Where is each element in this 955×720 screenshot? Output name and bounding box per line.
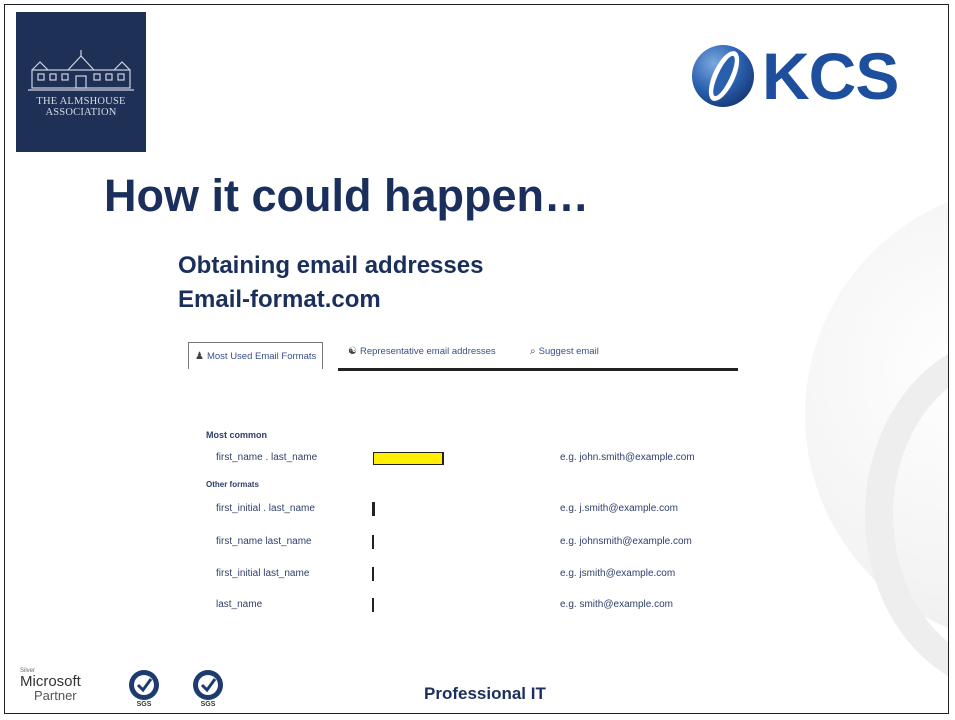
slide-subtitle-line1: Obtaining email addresses: [178, 252, 484, 279]
sgs-check-icon: [193, 670, 223, 700]
section-most-common: Most common: [206, 430, 268, 440]
format-name: first_name last_name: [216, 536, 312, 547]
tab-representative-addresses[interactable]: ☯ Representative email addresses: [348, 346, 496, 357]
slide-title: How it could happen…: [104, 170, 589, 221]
ms-partner-line1: Microsoft: [20, 673, 81, 690]
format-example: e.g. smith@example.com: [560, 599, 673, 610]
format-name: first_initial . last_name: [216, 503, 315, 514]
search-icon: ⌕: [530, 346, 536, 357]
section-other-formats: Other formats: [206, 480, 259, 489]
sgs-check-icon: [129, 670, 159, 700]
format-usage-bar: [372, 502, 375, 516]
sgs-certification-badge: SGS: [126, 668, 162, 710]
microsoft-partner-logo: Silver Microsoft Partner: [20, 668, 81, 702]
format-usage-bar: [372, 598, 374, 612]
kcs-globe-icon: [692, 45, 754, 107]
email-format-tabs: ♟ Most Used Email Formats ☯ Representati…: [188, 342, 738, 372]
format-name: first_initial last_name: [216, 568, 310, 579]
format-example: e.g. john.smith@example.com: [560, 452, 695, 463]
almshouse-name-line2: ASSOCIATION: [45, 107, 117, 118]
tab-suggest-email[interactable]: ⌕ Suggest email: [530, 346, 599, 357]
kcs-logo: KCS: [690, 36, 930, 116]
tab-label: Most Used Email Formats: [206, 350, 317, 362]
tab-label: Representative email addresses: [359, 346, 496, 357]
format-highlight-bar: [373, 452, 444, 465]
format-example: e.g. j.smith@example.com: [560, 503, 678, 514]
format-usage-bar: [372, 535, 374, 549]
format-usage-bar: [372, 567, 374, 581]
format-example: e.g. jsmith@example.com: [560, 568, 676, 579]
person-icon: ♟: [195, 350, 204, 362]
sgs-certification-badge: SGS: [190, 668, 226, 710]
building-icon: [28, 50, 134, 91]
format-name: last_name: [216, 599, 263, 610]
tab-label: Suggest email: [538, 346, 599, 357]
almshouse-association-logo: THE ALMSHOUSE ASSOCIATION: [16, 12, 146, 152]
sgs-label: SGS: [200, 701, 216, 708]
tab-underline: [338, 368, 738, 371]
almshouse-name-line1: THE ALMSHOUSE: [36, 96, 126, 107]
ms-partner-line2: Partner: [34, 688, 77, 703]
kcs-wordmark: KCS: [762, 39, 899, 113]
slide-subtitle-line2: Email-format.com: [178, 286, 381, 313]
format-name: first_name . last_name: [216, 452, 318, 463]
format-example: e.g. johnsmith@example.com: [560, 536, 692, 547]
tab-most-used-formats[interactable]: ♟ Most Used Email Formats: [188, 342, 324, 369]
footer-tagline: Professional IT: [424, 684, 546, 703]
people-icon: ☯: [348, 346, 357, 357]
sgs-label: SGS: [136, 701, 152, 708]
